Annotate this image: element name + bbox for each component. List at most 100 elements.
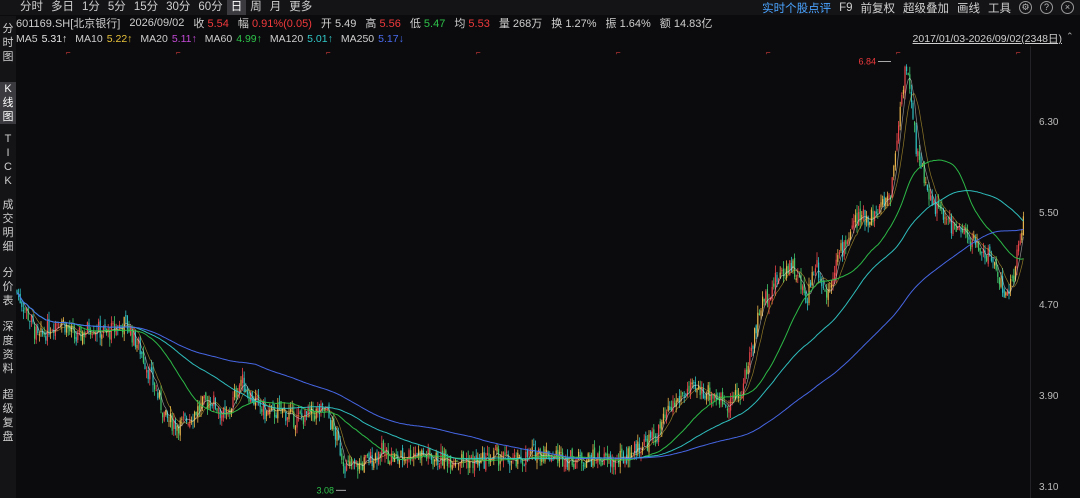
- candle: [869, 221, 871, 225]
- candle: [336, 431, 338, 441]
- candle: [189, 419, 191, 427]
- candle: [674, 402, 676, 407]
- candle: [947, 218, 949, 220]
- candle: [746, 369, 748, 375]
- sidebar-item[interactable]: 成交明细: [0, 198, 16, 254]
- chevron-up-icon[interactable]: ⌃: [1066, 31, 1076, 43]
- candle: [968, 237, 970, 240]
- candle: [906, 66, 908, 72]
- candle: [510, 460, 512, 463]
- period-tab[interactable]: 15分: [130, 0, 162, 15]
- candle: [750, 348, 752, 352]
- candle: [478, 460, 480, 467]
- candle: [142, 352, 144, 363]
- candle: [638, 443, 640, 454]
- candle: [683, 394, 685, 397]
- candle: [907, 73, 909, 75]
- overlay-button[interactable]: 超级叠加: [903, 0, 949, 16]
- candle: [797, 274, 799, 276]
- period-tab[interactable]: 1分: [78, 0, 104, 15]
- candle: [667, 405, 669, 412]
- period-tab[interactable]: 日: [226, 0, 247, 15]
- candle: [931, 196, 933, 206]
- candle: [818, 262, 820, 278]
- candle: [560, 451, 562, 453]
- candle: [38, 333, 40, 336]
- candle: [702, 387, 704, 399]
- sidebar-item[interactable]: 分价表: [0, 266, 16, 308]
- candle: [506, 451, 508, 453]
- candle: [486, 453, 488, 456]
- candle: [187, 424, 189, 426]
- kline-chart[interactable]: ⌐ ⌐ ⌐ ⌐ ⌐ ⌐ ⌐ ⌐ 6.84 3.08: [16, 46, 1030, 498]
- candle: [330, 420, 332, 430]
- candle: [344, 466, 346, 474]
- event-marker: ⌐: [66, 48, 71, 57]
- candle: [824, 290, 826, 292]
- sidebar-item[interactable]: K线图: [0, 82, 16, 124]
- settings-icon[interactable]: ⚙: [1019, 1, 1032, 14]
- candle: [621, 448, 623, 453]
- candle: [235, 387, 237, 399]
- candle: [34, 325, 36, 339]
- period-tab[interactable]: 分时: [16, 0, 47, 15]
- help-icon[interactable]: ?: [1040, 1, 1053, 14]
- candle: [728, 407, 730, 413]
- period-tab[interactable]: 更多: [285, 0, 316, 15]
- draw-line-button[interactable]: 画线: [957, 0, 980, 16]
- candle: [533, 444, 535, 446]
- candle: [755, 325, 757, 334]
- candle: [822, 286, 824, 288]
- close-icon[interactable]: ×: [1061, 1, 1074, 14]
- period-tab[interactable]: 30分: [162, 0, 194, 15]
- candle: [704, 395, 706, 399]
- sidebar-item[interactable]: 深度资料: [0, 320, 16, 376]
- candle: [901, 94, 903, 105]
- realtime-comment-button[interactable]: 实时个股点评: [762, 0, 831, 16]
- candle: [1013, 275, 1015, 283]
- period-tab[interactable]: 多日: [47, 0, 78, 15]
- ma120-line: [16, 190, 1024, 460]
- candle: [504, 452, 506, 455]
- sidebar-item[interactable]: 分时图: [0, 22, 16, 64]
- candle: [562, 452, 564, 466]
- candle: [493, 450, 495, 461]
- candle: [963, 229, 965, 235]
- candle: [661, 422, 663, 430]
- y-tick-label: 5.50: [1039, 208, 1059, 220]
- candle: [950, 214, 952, 234]
- period-tab[interactable]: 月: [266, 0, 286, 15]
- period-tab[interactable]: 周: [246, 0, 266, 15]
- candle: [99, 320, 101, 338]
- candle: [432, 457, 434, 465]
- candle: [496, 447, 498, 452]
- ma-legend-item: MA250 5.17↓: [340, 32, 404, 45]
- candle: [872, 211, 874, 223]
- sidebar-item[interactable]: 超级复盘: [0, 388, 16, 444]
- candle: [24, 308, 26, 310]
- ma5-line: [16, 77, 1024, 467]
- candle: [930, 195, 932, 201]
- candle: [438, 465, 440, 468]
- f9-button[interactable]: F9: [839, 2, 852, 14]
- candle: [299, 411, 301, 414]
- candle: [530, 451, 532, 453]
- sidebar-item[interactable]: TICK: [0, 132, 16, 188]
- quote-info-bar: 601169.SH[北京银行] 2026/09/02 收 5.54 幅 0.91…: [16, 15, 712, 31]
- toolbar-right: 实时个股点评 F9 前复权 超级叠加 画线 工具 ⚙ ? ×: [762, 0, 1080, 15]
- candle: [45, 336, 47, 341]
- candle: [1005, 292, 1007, 296]
- period-tab[interactable]: 60分: [194, 0, 226, 15]
- candle: [512, 457, 514, 459]
- candle: [285, 411, 287, 422]
- tools-button[interactable]: 工具: [988, 0, 1011, 16]
- candle: [232, 397, 234, 408]
- candle: [819, 278, 821, 280]
- close-field: 收 5.54: [193, 18, 229, 30]
- date-range-link[interactable]: 2017/01/03-2026/09/02(2348日): [913, 31, 1062, 45]
- candle: [112, 322, 114, 325]
- period-tab[interactable]: 5分: [104, 0, 130, 15]
- candle: [752, 345, 754, 349]
- candle: [442, 450, 444, 466]
- adjust-button[interactable]: 前复权: [861, 0, 896, 16]
